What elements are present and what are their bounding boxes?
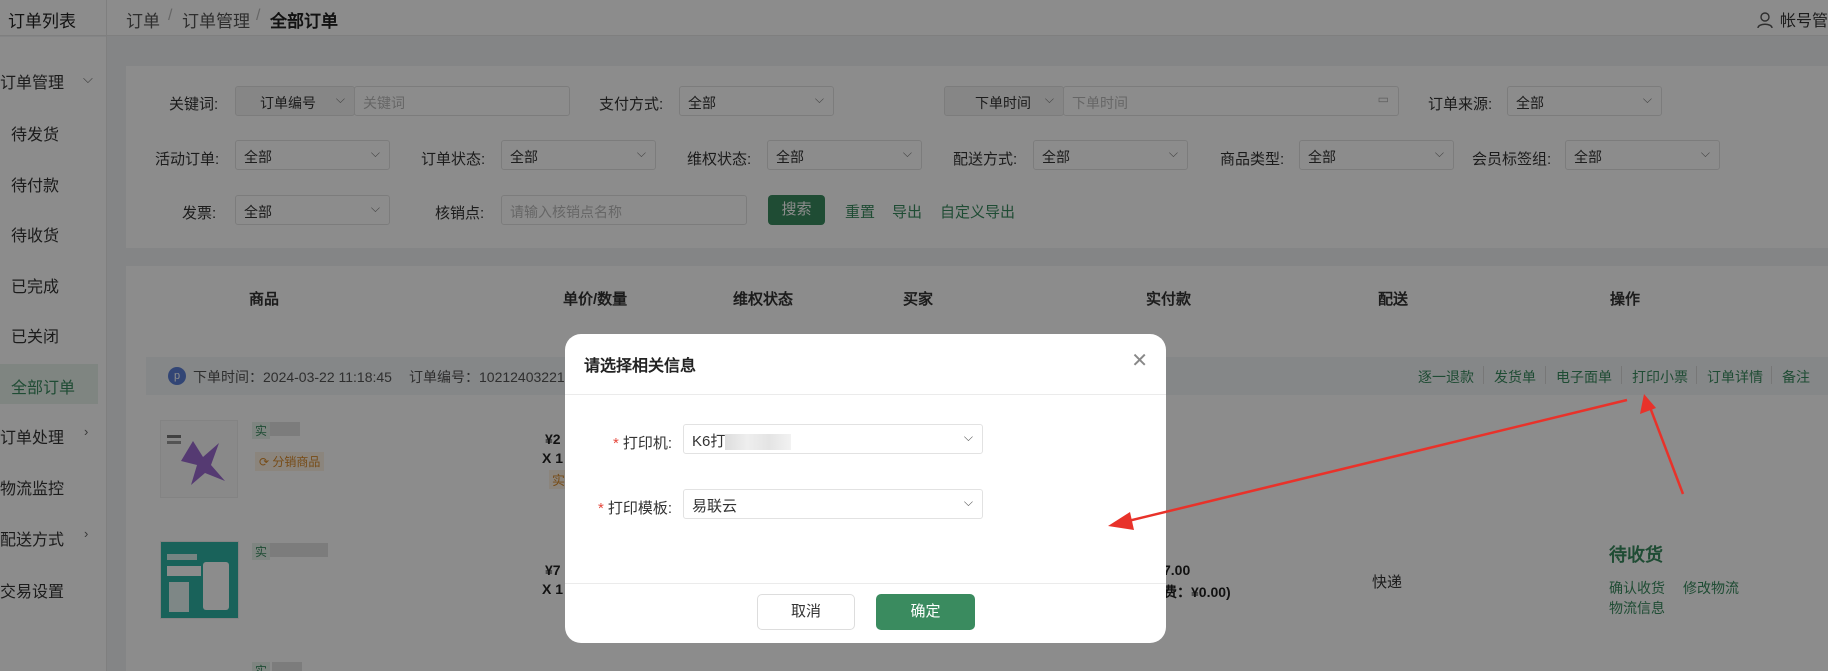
- arrow-to-print-receipt: [1640, 394, 1685, 495]
- annotation-arrows: [1108, 394, 1685, 530]
- arrow-to-dialog: [1108, 398, 1628, 530]
